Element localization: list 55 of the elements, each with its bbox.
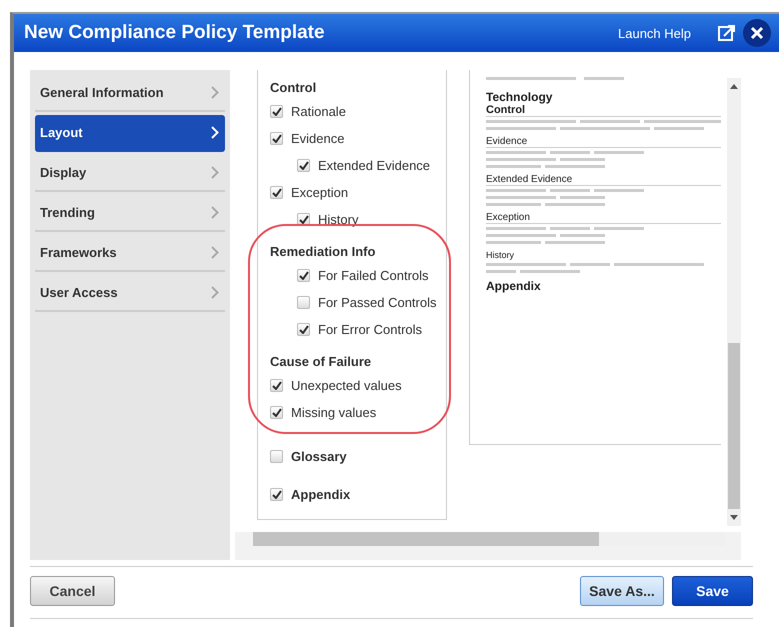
chevron-icon: [211, 126, 219, 139]
sidebar-item[interactable]: General Information: [35, 75, 225, 112]
window-title: New Compliance Policy Template: [24, 22, 326, 44]
checkbox[interactable]: [270, 105, 283, 118]
chevron-icon: [211, 246, 219, 259]
scroll-down-icon[interactable]: [730, 515, 738, 520]
sidebar-item[interactable]: Trending: [35, 195, 225, 232]
preview-heading: Exception: [486, 212, 721, 224]
section-heading: Control: [270, 80, 318, 97]
section-heading: Remediation Info: [270, 244, 376, 261]
section-heading: Cause of Failure: [270, 354, 372, 371]
sidebar-item[interactable]: Frameworks: [35, 235, 225, 272]
chevron-icon: [211, 86, 219, 99]
checkbox[interactable]: [270, 186, 283, 199]
preview-heading: Control: [486, 104, 721, 117]
chevron-icon: [211, 206, 219, 219]
checkbox[interactable]: [297, 323, 310, 336]
checkbox[interactable]: [270, 450, 283, 462]
close-icon[interactable]: [743, 19, 771, 47]
option-label: Exception: [291, 185, 348, 200]
preview-heading: Extended Evidence: [486, 174, 721, 186]
option-label: Appendix: [291, 486, 350, 502]
option-label: Unexpected values: [291, 378, 402, 393]
preview-heading: Appendix: [486, 279, 542, 293]
preview-heading: Technology: [486, 90, 554, 104]
checkbox[interactable]: [297, 269, 310, 282]
option-label: Glossary: [291, 448, 347, 464]
launch-help-link[interactable]: Launch Help: [618, 26, 691, 40]
sidebar-item[interactable]: Layout: [35, 115, 225, 152]
option-label: History: [318, 212, 358, 227]
sidebar-item[interactable]: Display: [35, 155, 225, 192]
checkbox[interactable]: [297, 159, 310, 172]
option-label: For Failed Controls: [318, 268, 429, 283]
chevron-icon: [211, 286, 219, 299]
option-label: For Passed Controls: [318, 295, 436, 310]
checkbox[interactable]: [297, 296, 310, 309]
option-label: Evidence: [291, 131, 344, 146]
chevron-icon: [211, 166, 219, 179]
checkbox[interactable]: [270, 132, 283, 145]
preview-heading: History: [486, 250, 516, 260]
vertical-scrollbar[interactable]: [727, 78, 741, 526]
scroll-up-icon[interactable]: [730, 84, 738, 89]
checkbox[interactable]: [270, 406, 283, 419]
save-button[interactable]: Save: [672, 576, 753, 606]
sidebar-item[interactable]: User Access: [35, 275, 225, 312]
popout-icon[interactable]: [717, 23, 737, 43]
option-label: Missing values: [291, 405, 376, 420]
checkbox[interactable]: [270, 488, 283, 500]
checkbox[interactable]: [270, 379, 283, 392]
option-label: Rationale: [291, 104, 346, 119]
option-label: For Error Controls: [318, 322, 422, 337]
preview-heading: Evidence: [486, 136, 721, 148]
cancel-button[interactable]: Cancel: [30, 576, 115, 606]
save-as-button[interactable]: Save As...: [580, 576, 664, 606]
option-label: Extended Evidence: [318, 158, 430, 173]
